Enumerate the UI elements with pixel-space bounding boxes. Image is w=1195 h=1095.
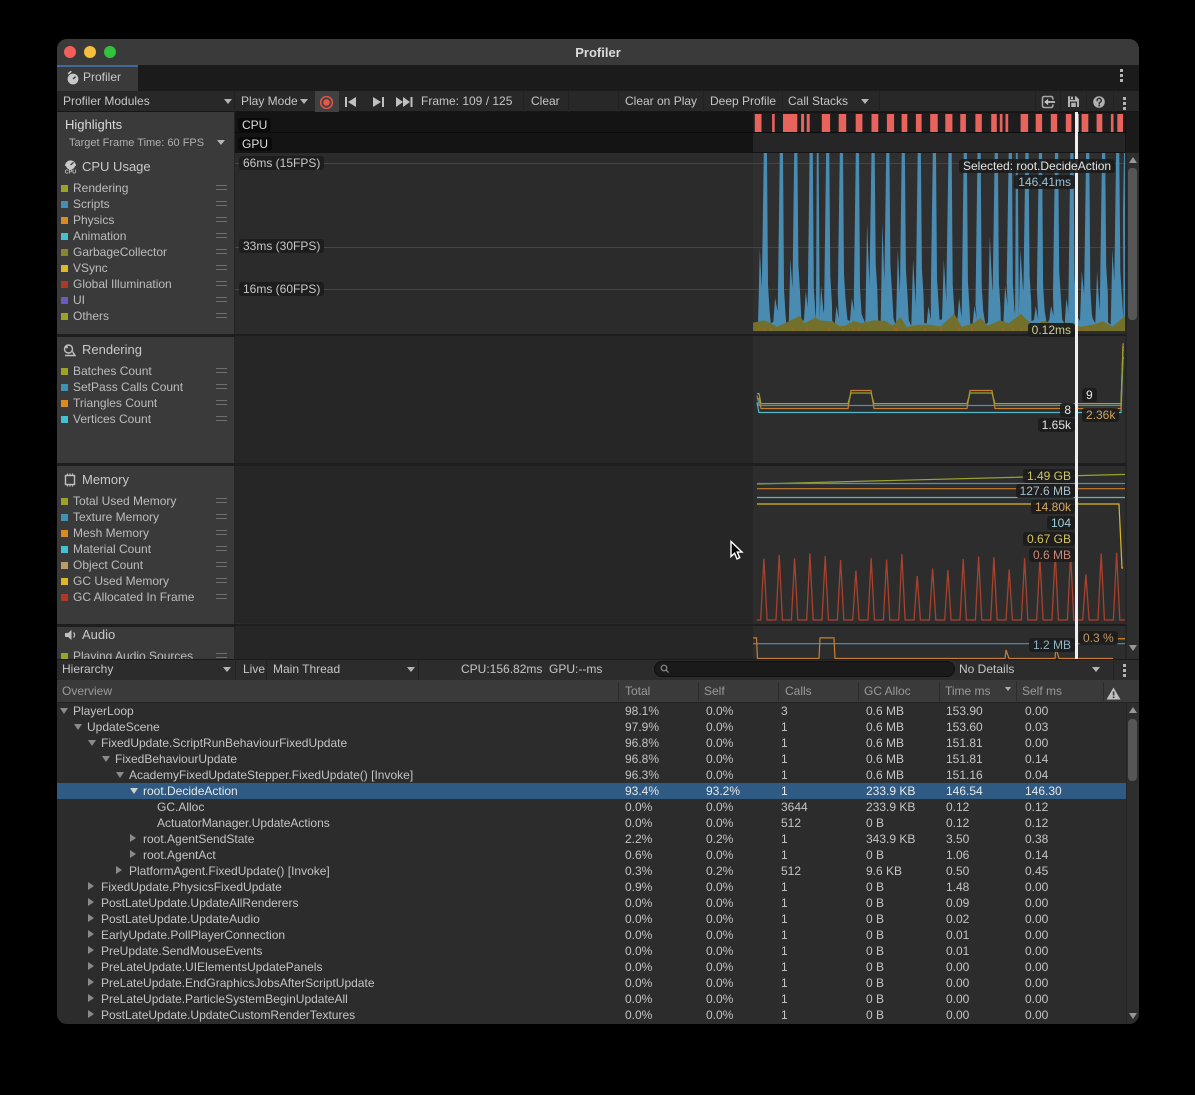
svg-text:CPU: CPU [65, 170, 76, 174]
